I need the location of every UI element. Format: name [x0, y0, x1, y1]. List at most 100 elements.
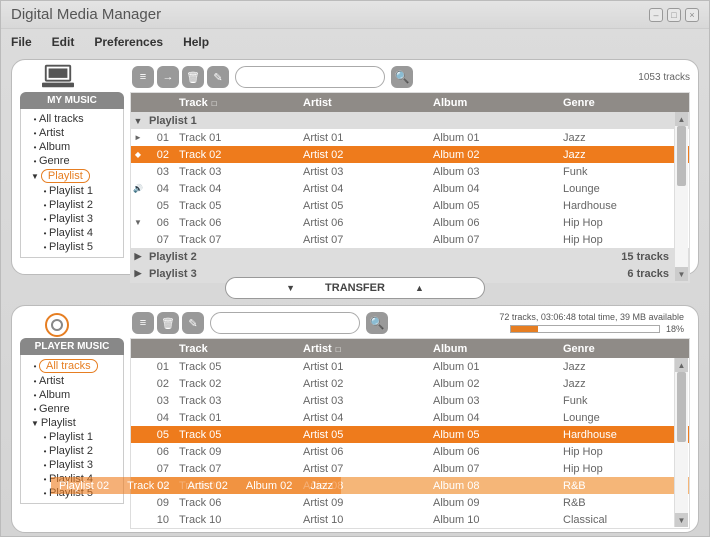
- playlist-add-icon[interactable]: ≡: [132, 312, 154, 334]
- track-row[interactable]: ►01Track 01Artist 01Album 01Jazz: [131, 129, 689, 146]
- sidebar-item[interactable]: •Playlist 3: [21, 458, 123, 472]
- genre-name: Lounge: [563, 412, 689, 424]
- scroll-thumb[interactable]: [677, 126, 686, 186]
- bullet-icon: •: [31, 157, 39, 166]
- track-row[interactable]: 04Track 01Artist 04Album 04Lounge: [131, 409, 689, 426]
- sidebar-item[interactable]: •Album: [21, 140, 123, 154]
- playlist-transfer-icon[interactable]: →: [157, 66, 179, 88]
- playlist-group-row[interactable]: ▶Playlist 215 tracks: [131, 248, 689, 265]
- track-row[interactable]: 10Track 10Artist 10Album 10Classical: [131, 511, 689, 528]
- col-album[interactable]: Album: [433, 343, 563, 355]
- col-artist[interactable]: Artist□: [303, 343, 433, 355]
- sidebar-item[interactable]: •Artist: [21, 126, 123, 140]
- artist-name: Artist 01: [303, 132, 433, 144]
- album-name: Album 04: [433, 412, 563, 424]
- track-row[interactable]: 01Track 05Artist 01Album 01Jazz: [131, 358, 689, 375]
- search-button-top[interactable]: 🔍: [391, 66, 413, 88]
- maximize-icon[interactable]: □: [667, 8, 681, 22]
- sidebar-item[interactable]: •Album: [21, 388, 123, 402]
- menu-help[interactable]: Help: [183, 35, 209, 49]
- close-icon[interactable]: ×: [685, 8, 699, 22]
- track-name: Track 05: [173, 361, 303, 373]
- col-genre[interactable]: Genre: [563, 343, 689, 355]
- transfer-button[interactable]: ▼ TRANSFER ▲: [225, 277, 485, 299]
- track-name: Track 01: [173, 132, 303, 144]
- track-row[interactable]: 🔊04Track 04Artist 04Album 04Lounge: [131, 180, 689, 197]
- menu-file[interactable]: File: [11, 35, 32, 49]
- scroll-down-icon[interactable]: ▼: [675, 513, 688, 527]
- playlist-add-icon[interactable]: ≡: [132, 66, 154, 88]
- sidebar-item[interactable]: •Artist: [21, 374, 123, 388]
- col-album[interactable]: Album: [433, 97, 563, 109]
- player-icon: [44, 312, 70, 343]
- transfer-label: TRANSFER: [325, 282, 385, 294]
- sidebar-item-label: Playlist 3: [49, 213, 93, 225]
- sidebar-item-label: Playlist 5: [49, 241, 93, 253]
- sidebar-item[interactable]: •Genre: [21, 154, 123, 168]
- track-num: 03: [145, 395, 173, 407]
- col-genre[interactable]: Genre: [563, 97, 689, 109]
- sidebar-item[interactable]: •Playlist 2: [21, 444, 123, 458]
- genre-name: Hardhouse: [563, 200, 689, 212]
- track-row[interactable]: 07Track 07Artist 07Album 07Hip Hop: [131, 231, 689, 248]
- col-artist[interactable]: Artist: [303, 97, 433, 109]
- search-button-bottom[interactable]: 🔍: [366, 312, 388, 334]
- track-row[interactable]: 09Track 06Artist 09Album 09R&B: [131, 494, 689, 511]
- track-row[interactable]: 02Track 02Artist 02Album 02Jazz: [131, 375, 689, 392]
- edit-icon[interactable]: ✎: [207, 66, 229, 88]
- genre-name: Jazz: [563, 378, 689, 390]
- delete-icon[interactable]: 🗑: [157, 312, 179, 334]
- sidebar-item[interactable]: •Playlist 3: [21, 212, 123, 226]
- sidebar-item[interactable]: •Playlist 5: [21, 240, 123, 254]
- track-name: Track 07: [173, 234, 303, 246]
- scroll-down-icon[interactable]: ▼: [675, 267, 688, 281]
- track-row[interactable]: 03Track 03Artist 03Album 03Funk: [131, 392, 689, 409]
- artist-name: Artist 03: [303, 395, 433, 407]
- track-row[interactable]: 07Track 07Artist 07Album 07Hip Hop: [131, 460, 689, 477]
- menu-edit[interactable]: Edit: [52, 35, 75, 49]
- sidebar-item[interactable]: •Playlist 1: [21, 184, 123, 198]
- sidebar-item[interactable]: •Genre: [21, 402, 123, 416]
- track-row[interactable]: 05Track 05Artist 05Album 05Hardhouse: [131, 197, 689, 214]
- scroll-up-icon[interactable]: ▲: [675, 112, 688, 126]
- sidebar-item-label: Playlist: [41, 169, 90, 183]
- edit-icon[interactable]: ✎: [182, 312, 204, 334]
- sidebar-player-music: PLAYER MUSIC •All tracks•Artist•Album•Ge…: [20, 338, 124, 529]
- sidebar-item[interactable]: •Playlist 4: [21, 226, 123, 240]
- artist-name: Artist 04: [303, 412, 433, 424]
- sidebar-item[interactable]: •All tracks: [21, 112, 123, 126]
- genre-name: Jazz: [563, 132, 689, 144]
- search-input-bottom[interactable]: [210, 312, 360, 334]
- sidebar-item[interactable]: ▼Playlist: [21, 416, 123, 430]
- search-input-top[interactable]: [235, 66, 385, 88]
- sidebar-item[interactable]: •Playlist 2: [21, 198, 123, 212]
- sidebar-item-label: Playlist 4: [49, 227, 93, 239]
- track-row[interactable]: ▼06Track 06Artist 06Album 06Hip Hop: [131, 214, 689, 231]
- genre-name: Jazz: [563, 361, 689, 373]
- track-row[interactable]: ◆02Track 02Artist 02Album 02Jazz: [131, 146, 689, 163]
- track-row[interactable]: 08Track 08Artist 08Album 08R&BPlaylist 0…: [131, 477, 689, 494]
- col-track[interactable]: Track: [173, 343, 303, 355]
- col-track[interactable]: Track□: [173, 97, 303, 109]
- artist-name: Artist 04: [303, 183, 433, 195]
- genre-name: Funk: [563, 395, 689, 407]
- delete-icon[interactable]: 🗑: [182, 66, 204, 88]
- track-row[interactable]: 03Track 03Artist 03Album 03Funk: [131, 163, 689, 180]
- track-row[interactable]: 05Track 05Artist 05Album 05Hardhouse: [131, 426, 689, 443]
- artist-name: Artist 01: [303, 361, 433, 373]
- sidebar-item-label: Playlist 2: [49, 199, 93, 211]
- scroll-thumb[interactable]: [677, 372, 686, 442]
- minimize-icon[interactable]: –: [649, 8, 663, 22]
- menu-preferences[interactable]: Preferences: [94, 35, 163, 49]
- bullet-icon: •: [41, 215, 49, 224]
- scrollbar-top[interactable]: ▲ ▼: [674, 112, 688, 281]
- scrollbar-bottom[interactable]: ▲ ▼: [674, 358, 688, 527]
- track-row[interactable]: 06Track 09Artist 06Album 06Hip Hop: [131, 443, 689, 460]
- track-num: 06: [145, 446, 173, 458]
- sidebar-item[interactable]: ▼Playlist: [21, 168, 123, 184]
- playlist-group-row[interactable]: ▼Playlist 1: [131, 112, 689, 129]
- sidebar-item-label: Album: [39, 141, 70, 153]
- sidebar-item[interactable]: •Playlist 1: [21, 430, 123, 444]
- scroll-up-icon[interactable]: ▲: [675, 358, 688, 372]
- sidebar-item[interactable]: •All tracks: [21, 358, 123, 374]
